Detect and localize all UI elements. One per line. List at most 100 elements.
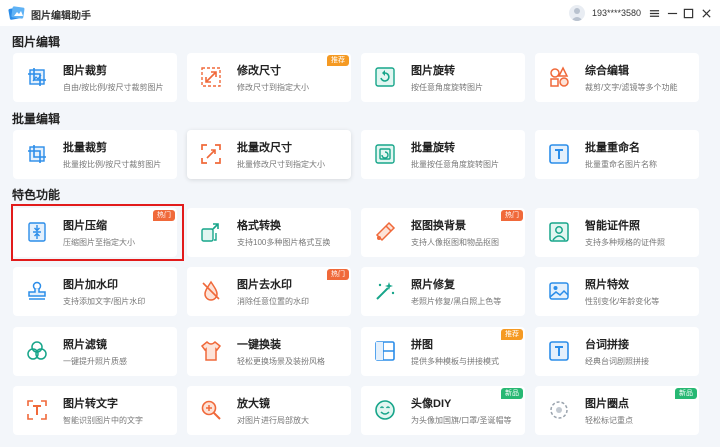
card-rotate[interactable]: 图片旋转 按任意角度旋转图片 [361, 53, 525, 102]
card-desc: 提供多种模板与拼接模式 [411, 357, 499, 366]
card-desc: 压缩图片至指定大小 [63, 238, 135, 247]
card-batch-rename[interactable]: 批量重命名 批量重命名图片名称 [535, 130, 699, 179]
card-title: 修改尺寸 [237, 65, 281, 77]
text-box-icon [549, 341, 569, 361]
card-title: 抠图换背景 [411, 220, 466, 232]
card-compress[interactable]: 图片压缩 压缩图片至指定大小 热门 [13, 208, 177, 257]
cutout-icon [375, 221, 396, 242]
batch-crop-icon [28, 145, 46, 163]
card-title: 图片圈点 [585, 398, 629, 410]
card-desc: 轻松标记重点 [585, 416, 633, 425]
magic-wand-icon [376, 282, 395, 300]
card-title: 智能证件照 [585, 220, 640, 232]
card-lines-stitch[interactable]: 台词拼接 经典台词剧照拼接 [535, 327, 699, 376]
card-avatar-diy[interactable]: 头像DIY 为头像加国旗/口罩/圣诞帽等 新品 [361, 386, 525, 435]
card-title: 拼图 [411, 339, 433, 351]
maximize-icon[interactable] [680, 5, 696, 21]
id-photo-icon [549, 222, 569, 242]
card-desc: 支持多种规格的证件照 [585, 238, 665, 247]
card-desc: 经典台词剧照拼接 [585, 357, 649, 366]
card-restore[interactable]: 照片修复 老照片修复/黑白照上色等 [361, 267, 525, 316]
card-watermark-add[interactable]: 图片加水印 支持添加文字/图片水印 [13, 267, 177, 316]
card-title: 批量旋转 [411, 142, 455, 154]
card-crop[interactable]: 图片裁剪 自由/按比例/按尺寸裁剪图片 [13, 53, 177, 102]
hot-badge: 热门 [153, 210, 175, 221]
app-title: 图片编辑助手 [31, 11, 91, 22]
batch-resize-icon [201, 144, 221, 164]
close-icon[interactable] [698, 5, 714, 21]
section-title-special: 特色功能 [12, 188, 61, 202]
card-desc: 性别变化/年龄变化等 [585, 297, 660, 306]
card-title: 台词拼接 [585, 339, 629, 351]
card-title: 头像DIY [411, 398, 452, 410]
card-title: 图片加水印 [63, 279, 118, 291]
new-badge: 新品 [501, 388, 523, 399]
card-title: 照片修复 [411, 279, 455, 291]
convert-icon [201, 223, 219, 242]
card-title: 图片去水印 [237, 279, 292, 291]
card-title: 照片滤镜 [63, 339, 107, 351]
card-desc: 一键提升照片质感 [63, 357, 127, 366]
card-batch-crop[interactable]: 批量裁剪 批量按比例/按尺寸裁剪图片 [13, 130, 177, 179]
shapes-icon [550, 66, 569, 87]
stamp-icon [28, 281, 46, 300]
section-title-batch-edit: 批量编辑 [12, 112, 61, 126]
image-icon [549, 282, 569, 300]
card-desc: 批量按任意角度旋转图片 [411, 160, 499, 169]
avatar[interactable] [569, 5, 585, 21]
card-desc: 批量修改尺寸到指定大小 [237, 160, 325, 169]
card-batch-resize[interactable]: 批量改尺寸 批量修改尺寸到指定大小 [187, 130, 351, 179]
minimize-icon[interactable] [664, 5, 680, 21]
card-title: 批量重命名 [585, 142, 640, 154]
card-desc: 批量按比例/按尺寸裁剪图片 [63, 160, 162, 169]
card-collage[interactable]: 拼图 提供多种模板与拼接模式 推荐 [361, 327, 525, 376]
card-composite[interactable]: 综合编辑 裁剪/文字/滤镜等多个功能 [535, 53, 699, 102]
card-convert[interactable]: 格式转换 支持100多种图片格式互换 [187, 208, 351, 257]
card-title: 放大镜 [237, 398, 270, 410]
card-desc: 智能识别图片中的文字 [63, 416, 143, 425]
menu-icon[interactable] [646, 5, 662, 21]
card-desc: 自由/按比例/按尺寸裁剪图片 [63, 83, 164, 92]
card-watermark-remove[interactable]: 图片去水印 消除任意位置的水印 热门 [187, 267, 351, 316]
card-effects[interactable]: 照片特效 性别变化/年龄变化等 [535, 267, 699, 316]
card-ocr[interactable]: 图片转文字 智能识别图片中的文字 [13, 386, 177, 435]
card-marker[interactable]: 图片圈点 轻松标记重点 新品 [535, 386, 699, 435]
card-title: 图片转文字 [63, 398, 118, 410]
card-batch-rotate[interactable]: 批量旋转 批量按任意角度旋转图片 [361, 130, 525, 179]
card-desc: 批量重命名图片名称 [585, 160, 657, 169]
card-title: 格式转换 [237, 220, 281, 232]
card-desc: 裁剪/文字/滤镜等多个功能 [585, 83, 678, 92]
zoom-in-icon [201, 400, 221, 420]
smiley-icon [375, 400, 395, 420]
card-desc: 支持添加文字/图片水印 [63, 297, 146, 306]
crop-icon [28, 68, 46, 86]
card-desc: 消除任意位置的水印 [237, 297, 309, 306]
ocr-icon [27, 400, 47, 420]
card-desc: 按任意角度旋转图片 [411, 83, 483, 92]
user-name[interactable]: 193****3580 [592, 8, 641, 18]
card-title: 综合编辑 [585, 65, 629, 77]
rename-icon [549, 144, 569, 164]
card-title: 图片裁剪 [63, 65, 107, 77]
no-drop-icon [202, 280, 220, 301]
card-filter[interactable]: 照片滤镜 一键提升照片质感 [13, 327, 177, 376]
recommend-badge: 推荐 [327, 55, 349, 66]
card-title: 图片压缩 [63, 220, 107, 232]
card-title: 图片旋转 [411, 65, 455, 77]
grid-icon [375, 341, 395, 361]
compress-icon [28, 222, 46, 242]
title-bar: 图片编辑助手 193****3580 [0, 0, 720, 26]
card-id-photo[interactable]: 智能证件照 支持多种规格的证件照 [535, 208, 699, 257]
card-desc: 支持人像抠图和物品抠图 [411, 238, 499, 247]
batch-rotate-icon [375, 144, 395, 164]
resize-icon [201, 67, 221, 87]
recommend-badge: 推荐 [501, 329, 523, 340]
hot-badge: 热门 [501, 210, 523, 221]
card-outfit[interactable]: 一键换装 轻松更换场景及装扮风格 [187, 327, 351, 376]
rotate-icon [375, 67, 395, 87]
card-desc: 为头像加国旗/口罩/圣诞帽等 [411, 416, 512, 425]
new-badge: 新品 [675, 388, 697, 399]
card-resize[interactable]: 修改尺寸 修改尺寸到指定大小 推荐 [187, 53, 351, 102]
card-cutout[interactable]: 抠图换背景 支持人像抠图和物品抠图 热门 [361, 208, 525, 257]
card-magnifier[interactable]: 放大镜 对图片进行局部放大 [187, 386, 351, 435]
